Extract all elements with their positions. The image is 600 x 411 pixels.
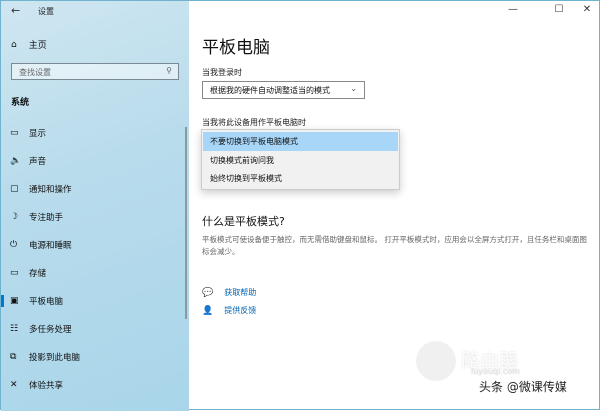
share-icon: ✕: [1, 380, 29, 390]
watermark-url: luyouqi.com: [471, 367, 520, 376]
notification-icon: ▢: [1, 184, 29, 194]
storage-icon: ▭: [1, 268, 29, 278]
sidebar-item[interactable]: ▣平板电脑: [1, 291, 186, 311]
search-placeholder: 查找设置: [19, 68, 51, 77]
sidebar-item[interactable]: ✕体验共享: [1, 375, 186, 395]
dropdown-option[interactable]: 切换模式前询问我: [203, 151, 398, 170]
watermark-logo: 路由器luyouqi.com: [461, 346, 518, 373]
feedback-icon: 👤: [202, 306, 213, 316]
signin-mode-value: 根据我的硬件自动调整适当的模式: [210, 86, 330, 95]
help-label: 获取帮助: [224, 287, 256, 298]
signin-label: 当我登录时: [202, 67, 242, 78]
sidebar-item-label: 体验共享: [29, 379, 63, 391]
project-icon: ⧉: [1, 352, 29, 362]
tablet-icon: ▣: [1, 296, 29, 306]
sidebar-item[interactable]: ⧉投影到此电脑: [1, 347, 186, 367]
watermark-credit: 头条 @微课传媒: [479, 378, 567, 395]
speaker-icon: 🔈: [1, 156, 29, 166]
description: 平板模式可使设备便于触控，而无需借助键盘和鼠标。 打开平板模式时，应用会以全屏方…: [202, 234, 592, 258]
dropdown-option[interactable]: 不要切换到平板电脑模式: [203, 132, 398, 151]
back-button[interactable]: ←: [11, 4, 20, 17]
feedback-label: 提供反馈: [224, 305, 256, 316]
dropdown-option[interactable]: 始终切换到平板模式: [203, 169, 398, 188]
multitask-icon: ☷: [1, 324, 29, 334]
sidebar-item[interactable]: ☽专注助手: [1, 207, 186, 227]
scrollbar[interactable]: [185, 127, 187, 319]
search-icon: ⚲: [166, 66, 172, 75]
search-input[interactable]: 查找设置 ⚲: [11, 63, 179, 80]
monitor-icon: ▭: [1, 128, 29, 138]
chevron-down-icon: ⌄: [350, 84, 357, 93]
power-icon: ⏻: [1, 240, 29, 250]
sidebar-item[interactable]: ▭存储: [1, 263, 186, 283]
sidebar-item-label: 投影到此电脑: [29, 351, 80, 363]
sidebar-home[interactable]: ⌂ 主页: [11, 38, 47, 51]
tablet-label: 当我将此设备用作平板电脑时: [202, 117, 306, 128]
help-icon: 💬: [202, 288, 213, 298]
sidebar-item-label: 通知和操作: [29, 183, 72, 195]
window-title: 设置: [38, 6, 54, 17]
home-label: 主页: [29, 38, 47, 51]
page-title: 平板电脑: [202, 33, 270, 58]
sidebar-item-label: 多任务处理: [29, 323, 72, 335]
sidebar-item[interactable]: ☷多任务处理: [1, 319, 186, 339]
section-title: 什么是平板模式?: [202, 213, 285, 229]
sidebar-item-label: 专注助手: [29, 211, 63, 223]
sidebar-item-label: 显示: [29, 127, 46, 139]
sidebar-item[interactable]: ▭显示: [1, 123, 186, 143]
sidebar-item[interactable]: ⏻电源和睡眠: [1, 235, 186, 255]
router-logo-icon: [416, 341, 456, 381]
moon-icon: ☽: [1, 212, 29, 222]
feedback-link[interactable]: 👤 提供反馈: [202, 305, 256, 316]
main-content: 平板电脑 当我登录时 根据我的硬件自动调整适当的模式 ⌄ 当我将此设备用作平板电脑…: [189, 1, 600, 411]
sidebar-item-label: 平板电脑: [29, 295, 63, 307]
sidebar-item-label: 存储: [29, 267, 46, 279]
get-help-link[interactable]: 💬 获取帮助: [202, 287, 256, 298]
sidebar-item-label: 声音: [29, 155, 46, 167]
section-heading: 系统: [11, 95, 29, 108]
signin-mode-select[interactable]: 根据我的硬件自动调整适当的模式 ⌄: [202, 81, 365, 99]
sidebar: ← 设置 ⌂主页 查找设置⚲ 系统 ▭显示🔈声音▢通知和操作☽专注助手⏻电源和睡…: [1, 1, 189, 411]
sidebar-item[interactable]: 🔈声音: [1, 151, 186, 171]
home-icon: ⌂: [11, 40, 17, 50]
sidebar-item[interactable]: ▢通知和操作: [1, 179, 186, 199]
sidebar-item-label: 电源和睡眠: [29, 239, 72, 251]
tablet-mode-dropdown[interactable]: 不要切换到平板电脑模式 切换模式前询问我 始终切换到平板模式: [201, 129, 400, 190]
